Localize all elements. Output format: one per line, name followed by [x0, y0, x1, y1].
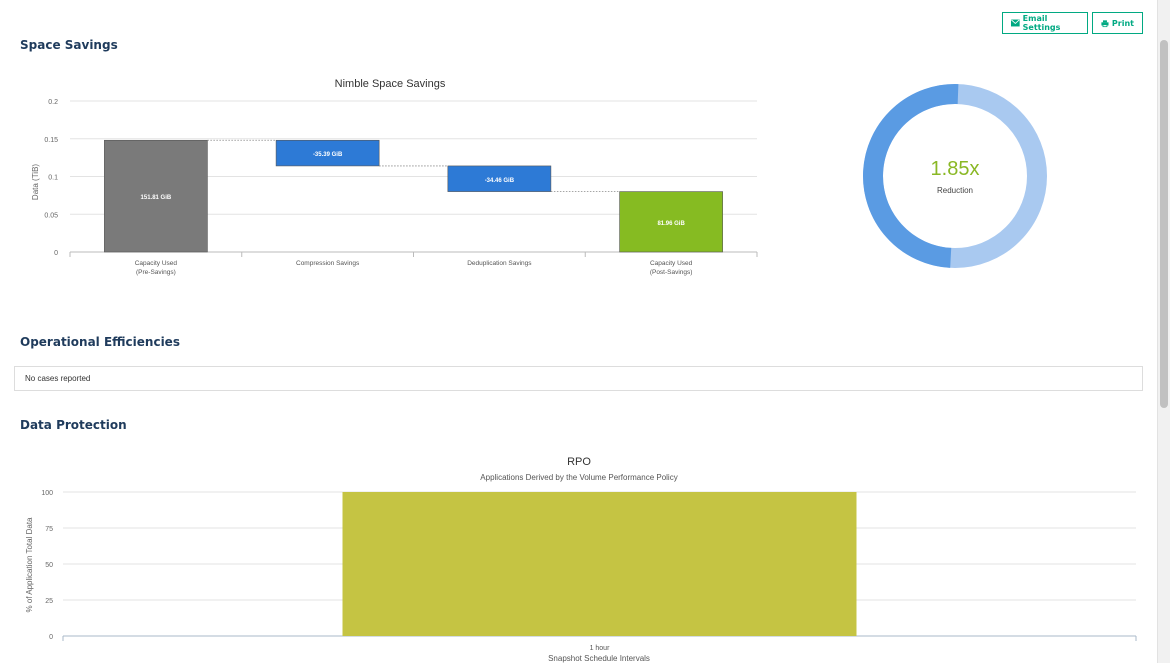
- printer-icon: [1101, 19, 1109, 27]
- y-tick-label: 50: [45, 562, 53, 569]
- print-label: Print: [1111, 18, 1134, 28]
- y-tick-label: 0.1: [48, 175, 58, 182]
- x-tick-label: 1 hour: [590, 645, 611, 652]
- reduction-label: Reduction: [936, 186, 974, 195]
- x-tick-label: Deduplication Savings: [467, 260, 532, 267]
- y-tick-label: 75: [45, 526, 53, 533]
- y-axis-label: Data (TiB): [31, 164, 40, 200]
- space-savings-chart: Nimble Space Savings Data (TiB) 0 0.05 0.1…: [31, 78, 758, 276]
- bar-data-label: 81.96 GiB: [657, 221, 685, 227]
- no-cases-message: No cases reported: [25, 374, 91, 383]
- y-tick-label: 0: [54, 250, 58, 257]
- x-tick-label-line: Capacity Used: [135, 260, 178, 267]
- email-settings-button[interactable]: Email Settings: [1002, 12, 1088, 34]
- cases-panel: No cases reported: [14, 366, 1143, 391]
- rpo-bar: [342, 492, 857, 636]
- rpo-x-axis-label: Snapshot Schedule Intervals: [548, 654, 650, 663]
- rpo-chart: RPO Applications Derived by the Volume P…: [25, 456, 1137, 663]
- y-tick-label: 100: [41, 490, 53, 497]
- y-tick-label: 25: [45, 598, 53, 605]
- x-tick-label: Capacity Used (Pre-Savings): [135, 260, 178, 276]
- page-scrollbar[interactable]: [1157, 0, 1170, 663]
- x-tick-label-line: (Post-Savings): [650, 269, 693, 276]
- y-tick-label: 0.2: [48, 99, 58, 106]
- data-protection-title: Data Protection: [20, 418, 127, 432]
- envelope-icon: [1011, 19, 1020, 27]
- x-tick-label-line: Capacity Used: [650, 260, 693, 267]
- rpo-title: RPO: [567, 456, 591, 468]
- scrollbar-thumb[interactable]: [1160, 40, 1168, 408]
- y-tick-label: 0.05: [44, 212, 58, 219]
- email-settings-label: Email Settings: [1022, 14, 1061, 32]
- rpo-y-axis-label: % of Application Total Data: [25, 517, 34, 613]
- x-tick-label: Compression Savings: [296, 260, 360, 267]
- bar-data-label: -35.39 GiB: [313, 152, 343, 158]
- rpo-subtitle: Applications Derived by the Volume Perfo…: [480, 473, 677, 482]
- y-tick-label: 0: [49, 634, 53, 641]
- bar-data-label: -34.46 GiB: [485, 178, 515, 184]
- y-tick-label: 0.15: [44, 137, 58, 144]
- space-savings-title: Space Savings: [20, 38, 118, 52]
- print-button[interactable]: Print: [1092, 12, 1143, 34]
- operational-efficiencies-title: Operational Efficiencies: [20, 335, 180, 349]
- reduction-value: 1.85x: [930, 158, 980, 180]
- x-tick-label: Capacity Used (Post-Savings): [650, 260, 693, 276]
- bar-data-label: 151.81 GiB: [141, 195, 172, 201]
- x-tick-label-line: (Pre-Savings): [136, 269, 176, 276]
- chart-title: Nimble Space Savings: [335, 78, 446, 90]
- x-tick-label-line: Compression Savings: [296, 260, 360, 267]
- x-tick-label-line: Deduplication Savings: [467, 260, 532, 267]
